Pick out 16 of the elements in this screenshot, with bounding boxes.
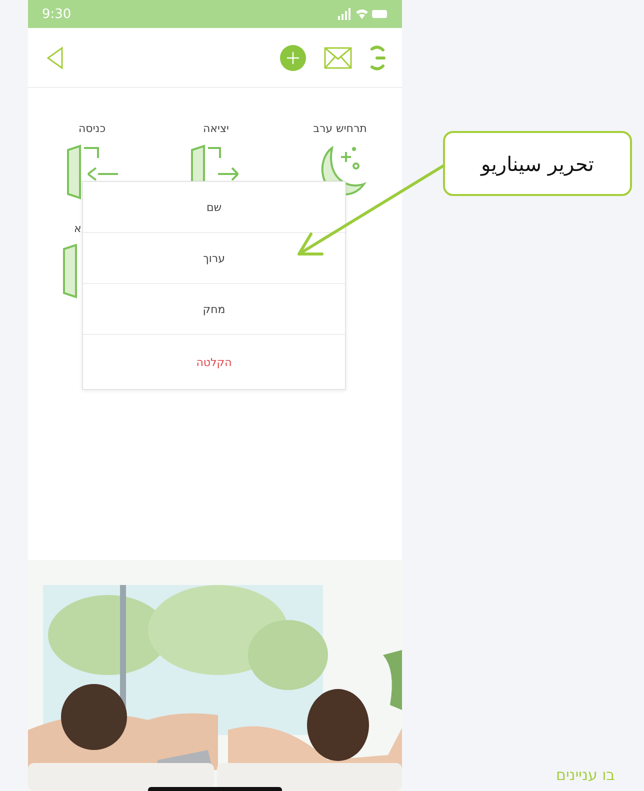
scenario-label: תרחיש ערב <box>313 122 367 135</box>
menu-item[interactable]: שם <box>83 182 345 233</box>
back-icon[interactable] <box>46 46 64 70</box>
status-time: 9:30 <box>42 6 72 22</box>
bracket-icon[interactable] <box>370 44 386 70</box>
scenario-label: כניסה <box>78 122 106 135</box>
add-icon[interactable] <box>280 44 306 70</box>
mail-icon[interactable] <box>324 46 352 68</box>
menu-item[interactable]: הקלטה <box>83 335 345 389</box>
menu-item[interactable]: ערוך <box>83 233 345 284</box>
menu-item[interactable]: מחק <box>83 284 345 335</box>
status-icons <box>338 8 388 20</box>
door-enter-icon <box>64 144 120 200</box>
scenario-label: א <box>74 222 82 235</box>
annotation-callout: تحرير سيناريو <box>443 131 632 196</box>
scenario-label: יציאה <box>203 122 229 135</box>
